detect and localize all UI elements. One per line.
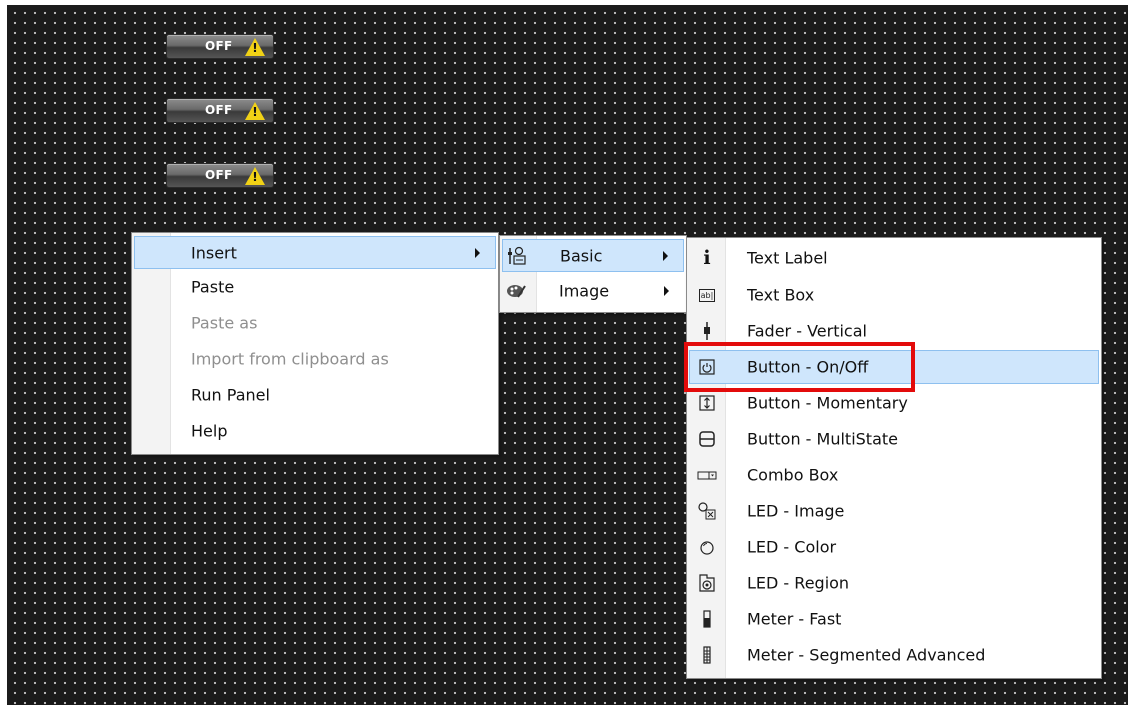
momentary-button-icon <box>697 393 717 413</box>
combo-box-icon <box>697 465 717 485</box>
off-toggle-button[interactable]: OFF ! <box>166 163 274 188</box>
text-box-icon: ab| <box>697 285 717 305</box>
menu-item-led-region[interactable]: LED - Region <box>689 566 1099 600</box>
menu-item-label: Paste <box>191 277 235 297</box>
menu-item-label: LED - Region <box>747 573 850 593</box>
led-region-icon <box>697 573 717 593</box>
off-toggle-button[interactable]: OFF ! <box>166 34 274 59</box>
menu-item-help[interactable]: Help <box>134 414 496 448</box>
menu-item-label: Insert <box>191 243 237 262</box>
menu-item-run-panel[interactable]: Run Panel <box>134 378 496 412</box>
menu-item-paste-as: Paste as <box>134 306 496 340</box>
menu-item-insert[interactable]: Insert <box>134 236 496 269</box>
submenu-arrow-icon <box>664 285 669 296</box>
menu-item-label: Meter - Fast <box>747 609 842 629</box>
menu-item-label: Button - MultiState <box>747 429 898 449</box>
menu-item-label: Help <box>191 421 228 441</box>
menu-item-label: Button - Momentary <box>747 393 908 413</box>
menu-item-meter-segmented-advanced[interactable]: Meter - Segmented Advanced <box>689 638 1099 672</box>
palette-icon <box>506 281 526 301</box>
menu-item-label: Image <box>559 281 610 300</box>
multistate-button-icon <box>697 429 717 449</box>
menu-item-led-image[interactable]: LED - Image <box>689 494 1099 528</box>
menu-item-text-box[interactable]: ab| Text Box <box>689 278 1099 312</box>
toggle-state-label: OFF <box>205 103 233 117</box>
off-toggle-button[interactable]: OFF ! <box>166 98 274 123</box>
meter-fast-icon <box>697 609 717 629</box>
menu-item-label: Fader - Vertical <box>747 321 867 341</box>
menu-item-basic[interactable]: Basic <box>502 239 684 272</box>
led-image-icon <box>697 501 717 521</box>
menu-item-paste[interactable]: Paste <box>134 270 496 304</box>
menu-item-text-label[interactable]: i Text Label <box>689 241 1099 275</box>
context-menu: Insert Paste Paste as Import from clipbo… <box>131 232 499 455</box>
text-label-icon: i <box>703 247 711 269</box>
warning-mark: ! <box>252 105 258 119</box>
insert-submenu: Basic Image <box>499 235 687 313</box>
menu-item-meter-fast[interactable]: Meter - Fast <box>689 602 1099 636</box>
menu-item-label: Text Label <box>747 248 828 268</box>
menu-item-button-multistate[interactable]: Button - MultiState <box>689 422 1099 456</box>
menu-item-label: LED - Color <box>747 537 837 557</box>
toggle-state-label: OFF <box>205 39 233 53</box>
menu-item-image[interactable]: Image <box>502 274 684 307</box>
submenu-arrow-icon <box>663 250 668 261</box>
basic-controls-icon <box>507 246 527 266</box>
highlight-annotation-box <box>684 342 915 392</box>
meter-segmented-icon <box>697 645 717 665</box>
menu-item-label: LED - Image <box>747 501 845 521</box>
warning-mark: ! <box>252 170 258 184</box>
menu-item-label: Combo Box <box>747 465 839 485</box>
menu-item-label: Text Box <box>747 285 815 305</box>
menu-item-combo-box[interactable]: Combo Box <box>689 458 1099 492</box>
menu-item-label: Basic <box>560 246 603 265</box>
menu-item-led-color[interactable]: LED - Color <box>689 530 1099 564</box>
menu-item-label: Paste as <box>191 313 258 333</box>
menu-item-import-from-clipboard: Import from clipboard as <box>134 342 496 376</box>
submenu-arrow-icon <box>475 247 480 258</box>
basic-submenu: i Text Label ab| Text Box Fader - Vertic… <box>686 237 1102 679</box>
toggle-state-label: OFF <box>205 168 233 182</box>
led-color-icon <box>697 537 717 557</box>
menu-item-label: Run Panel <box>191 385 270 405</box>
menu-item-label: Import from clipboard as <box>191 349 389 369</box>
warning-mark: ! <box>252 41 258 55</box>
fader-vertical-icon <box>697 321 717 341</box>
menu-item-label: Meter - Segmented Advanced <box>747 645 986 665</box>
text-box-glyph: ab| <box>698 288 716 302</box>
